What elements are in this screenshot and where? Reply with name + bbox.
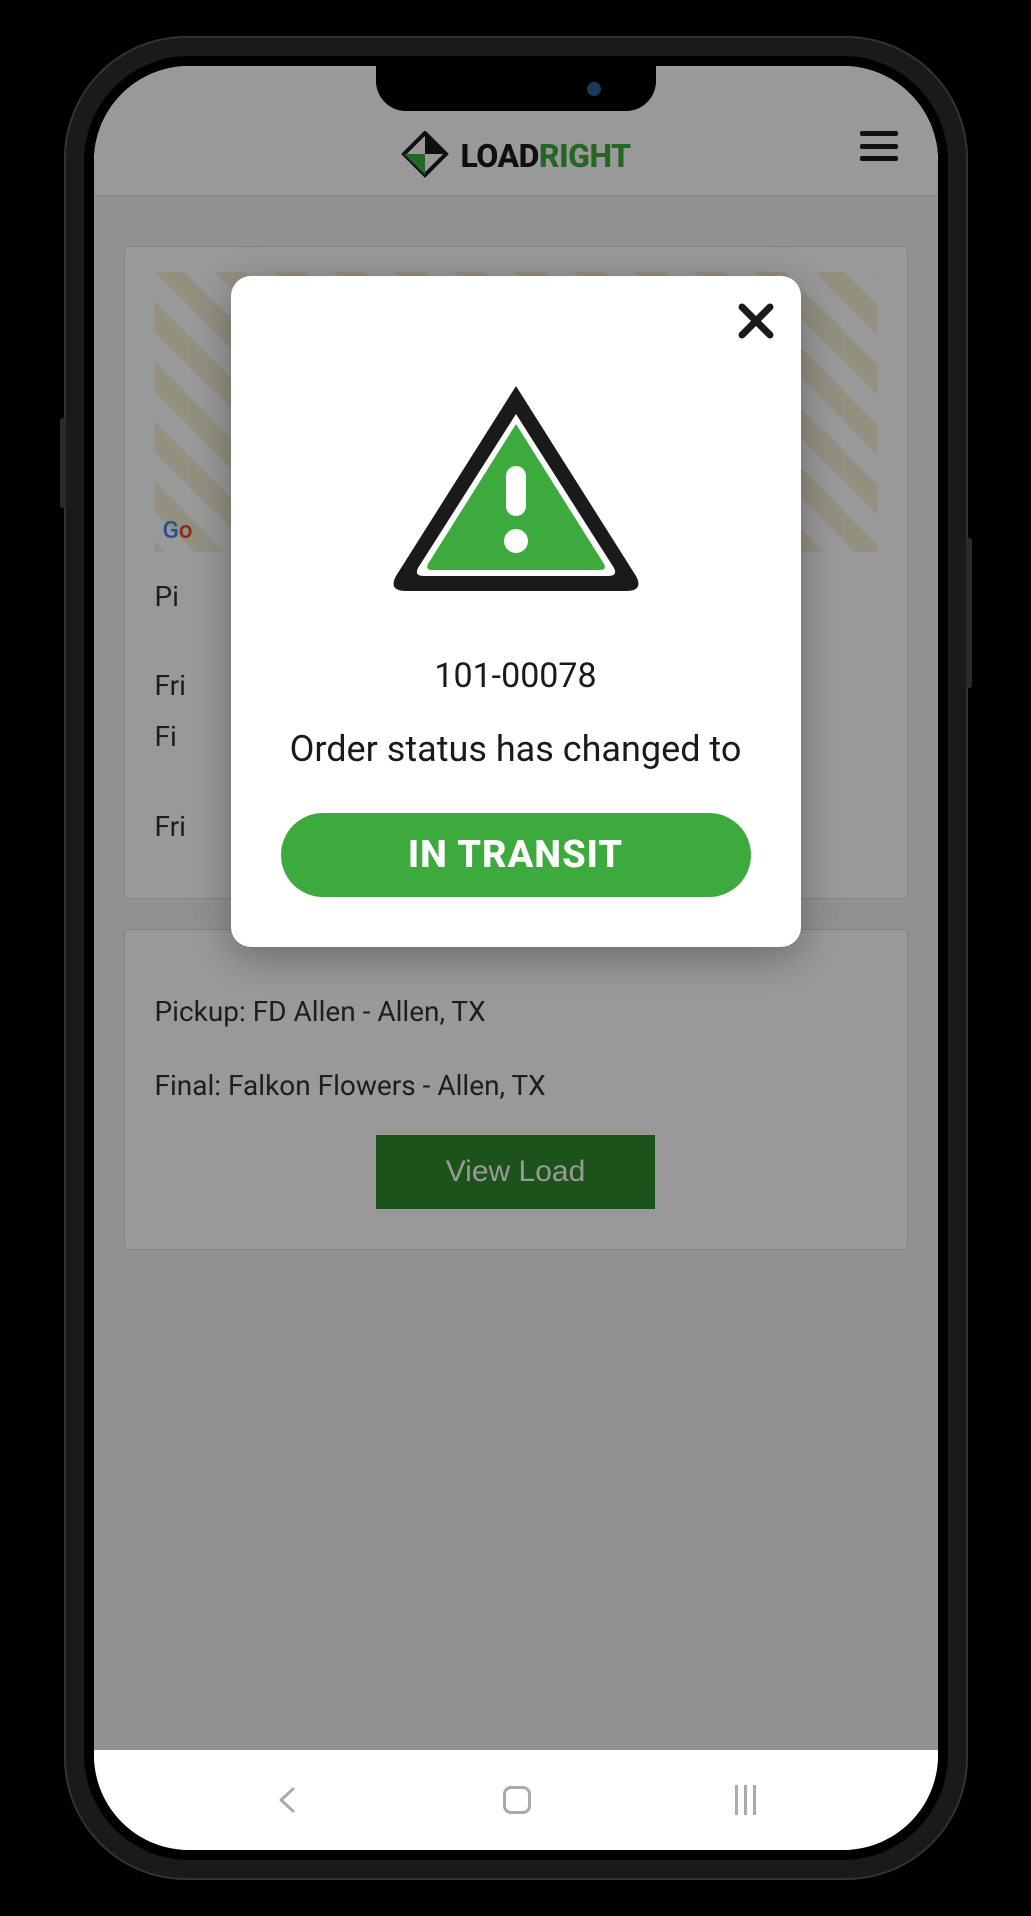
phone-side-button bbox=[60, 418, 66, 508]
phone-screen: LOADRIGHT Go Pi Fri Fi Fr bbox=[94, 66, 938, 1850]
status-badge: IN TRANSIT bbox=[281, 813, 751, 897]
close-icon[interactable] bbox=[736, 301, 776, 341]
phone-notch bbox=[376, 66, 656, 111]
nav-home-icon[interactable] bbox=[503, 1786, 531, 1814]
nav-back-icon[interactable] bbox=[275, 1785, 299, 1815]
phone-inner-frame: LOADRIGHT Go Pi Fri Fi Fr bbox=[84, 56, 948, 1860]
modal-message: Order status has changed to bbox=[271, 726, 761, 773]
status-modal: 101-00078 Order status has changed to IN… bbox=[231, 276, 801, 947]
phone-frame: LOADRIGHT Go Pi Fri Fi Fr bbox=[66, 38, 966, 1878]
modal-order-id: 101-00078 bbox=[271, 656, 761, 696]
nav-recent-icon[interactable] bbox=[735, 1785, 756, 1815]
warning-icon bbox=[376, 366, 656, 606]
android-nav-bar bbox=[94, 1750, 938, 1850]
phone-power-button bbox=[966, 538, 972, 688]
